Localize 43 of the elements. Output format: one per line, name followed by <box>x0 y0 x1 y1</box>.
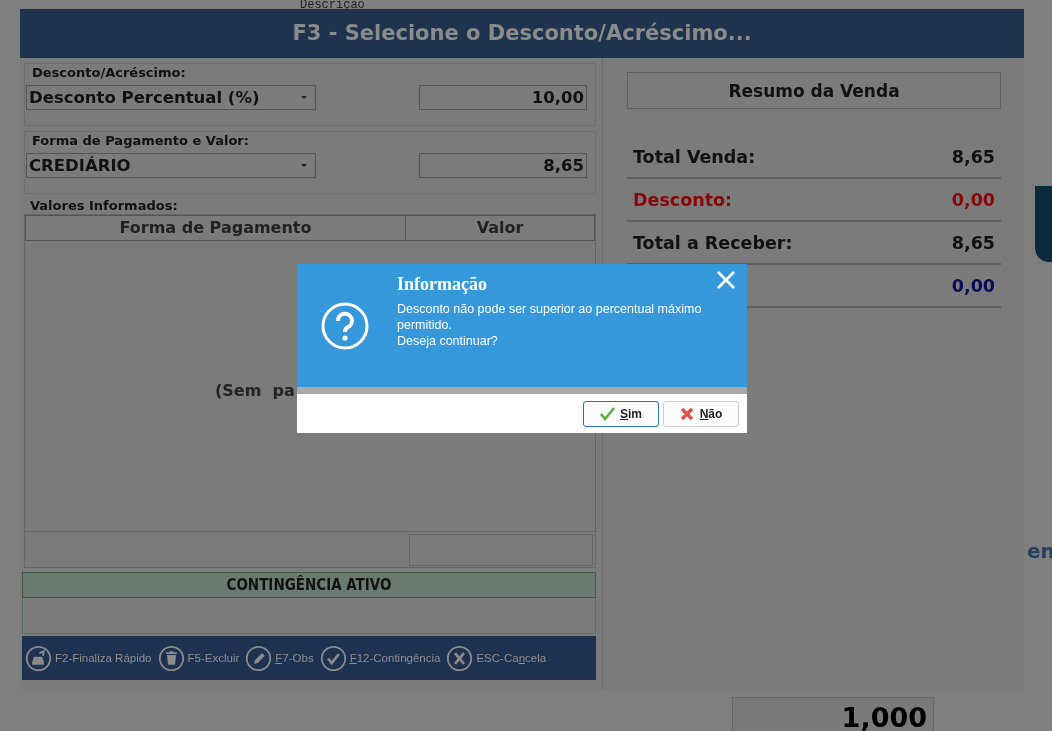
group-label: Forma de Pagamento e Valor: <box>32 133 250 148</box>
shortcut-link[interactable]: F2-Finaliza Rápido <box>55 652 152 664</box>
summary-label: Total Venda: <box>633 146 756 167</box>
shortcut-link[interactable]: F5-Excluir <box>187 652 240 664</box>
shortcut-link[interactable]: F12-Contingência <box>349 652 441 664</box>
check-icon <box>319 644 347 672</box>
question-icon <box>320 301 370 351</box>
summary-label: Total a Receber: <box>633 232 793 253</box>
group-label: Valores Informados: <box>30 198 179 213</box>
dropdown[interactable]: CREDIÁRIO <box>26 153 316 178</box>
car-icon <box>25 644 52 672</box>
empty-message: (Sem pa <box>215 380 295 400</box>
summary-title: Resumo da Venda <box>627 72 1001 109</box>
status-banner: CONTINGÊNCIA ATIVO <box>22 572 596 598</box>
trash-icon <box>157 644 185 672</box>
dialog-message: Desconto não pode ser superior ao percentual máximo permitido. Deseja continuar? <box>397 301 703 349</box>
check-icon <box>600 406 615 421</box>
column-header: Valor <box>475 217 525 239</box>
no-button[interactable]: Não <box>663 400 739 427</box>
dropdown[interactable]: Desconto Percentual (%) <box>26 85 316 110</box>
amount-field[interactable]: 10,00 <box>419 85 587 110</box>
summary-value: 0,00 <box>951 189 995 210</box>
shortcut-link[interactable]: F7-Obs <box>275 652 314 664</box>
summary-label: Desconto: <box>633 189 733 210</box>
caret-icon <box>301 95 307 100</box>
window-title: F3 - Selecione o Desconto/Acréscimo... <box>20 9 1024 58</box>
group-label: Desconto/Acréscimo: <box>32 65 187 80</box>
column-heading: Descrição <box>300 0 365 11</box>
amount-field[interactable]: 8,65 <box>419 153 587 178</box>
shortcut-link[interactable]: ESC-Cancela <box>476 652 547 664</box>
summary-value: 8,65 <box>951 146 995 167</box>
yes-button[interactable]: Sim <box>583 400 659 427</box>
pencil-icon <box>245 644 273 672</box>
cross-icon <box>446 644 474 672</box>
caret-icon <box>301 163 307 168</box>
summary-value: 8,65 <box>951 232 995 253</box>
quantity-field[interactable]: 1,000 <box>732 697 934 731</box>
cross-icon <box>679 406 695 421</box>
close-icon <box>716 270 736 290</box>
summary-value: 0,00 <box>951 275 995 296</box>
column-header: Forma de Pagamento <box>26 216 406 240</box>
dialog-title: Informação <box>397 274 487 295</box>
close-button[interactable] <box>715 269 737 291</box>
